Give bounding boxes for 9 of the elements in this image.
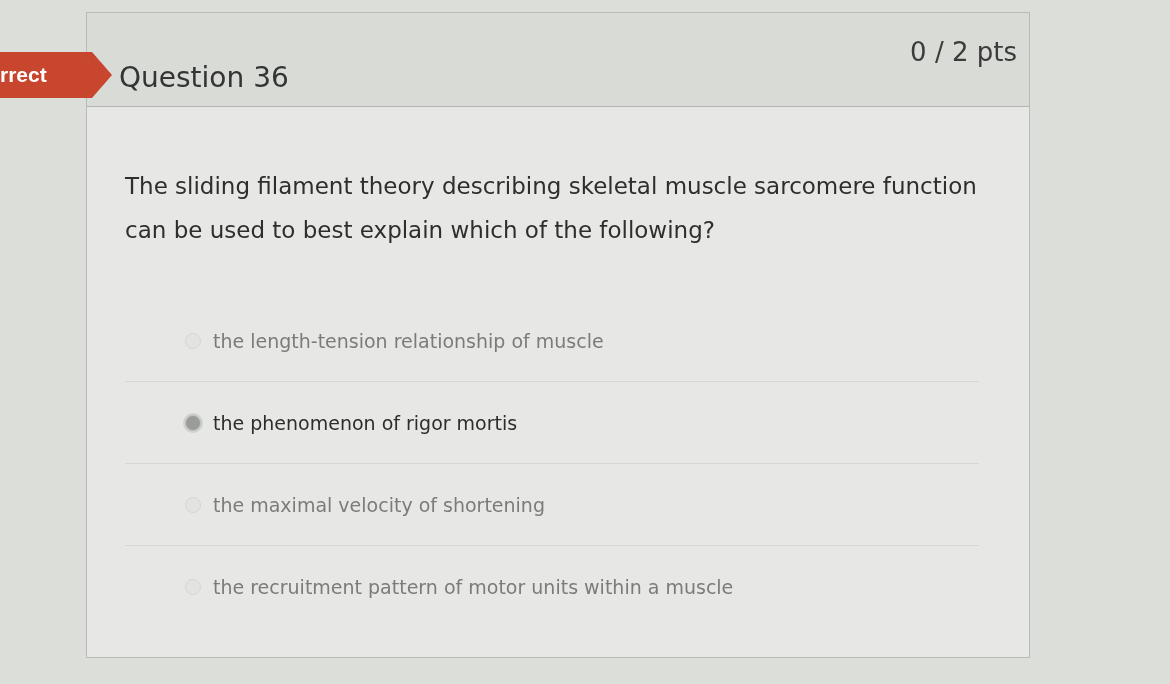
score-text: 0 / 2 pts <box>910 37 1017 67</box>
result-badge: rrect <box>0 52 112 98</box>
answer-label[interactable]: the phenomenon of rigor mortis <box>213 411 518 434</box>
answer-label[interactable]: the maximal velocity of shortening <box>213 493 545 516</box>
answer-label[interactable]: the length-tension relationship of muscle <box>213 329 604 352</box>
radio-button[interactable] <box>185 414 201 431</box>
question-title: Question 36 <box>119 61 289 94</box>
question-text: The sliding filament theory describing skeletal muscle sarcomere function can be used to best explain which of the following? <box>125 172 978 245</box>
answer-label[interactable]: the recruitment pattern of motor units within a muscle <box>213 575 734 598</box>
